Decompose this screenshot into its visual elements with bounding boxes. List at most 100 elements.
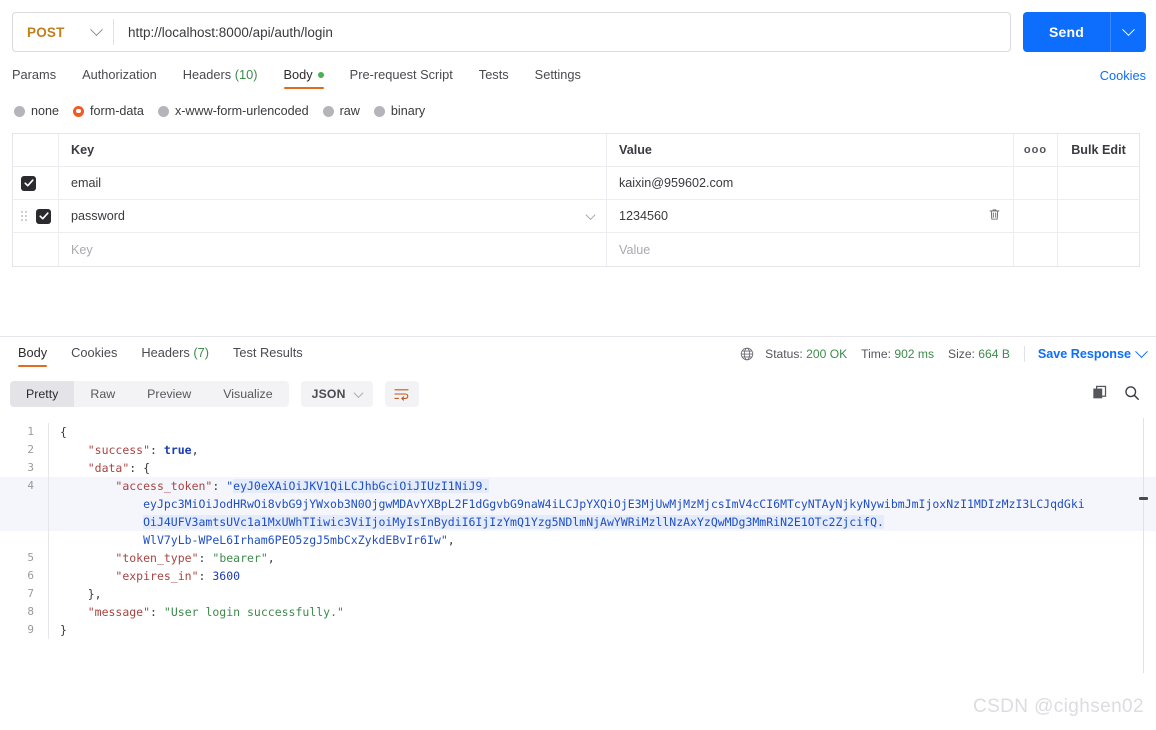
code-text: "token_type": "bearer", (115, 551, 275, 565)
tab-headers[interactable]: Headers (10) (183, 67, 258, 89)
tab-authorization[interactable]: Authorization (82, 67, 157, 89)
panel-divider[interactable] (0, 336, 1156, 337)
radio-raw[interactable]: raw (322, 104, 360, 118)
copy-icon[interactable] (1092, 385, 1108, 406)
wrap-lines-button[interactable] (384, 381, 419, 407)
radio-icon (157, 105, 169, 117)
tab-label: Body (18, 345, 48, 360)
format-tab-pretty[interactable]: Pretty (10, 381, 75, 407)
chevron-down-icon[interactable] (1135, 344, 1148, 358)
new-row-key-input[interactable]: Key (59, 233, 607, 266)
line-number: 5 (27, 551, 34, 564)
gutter (48, 567, 56, 585)
vertical-scrollbar-track[interactable] (1143, 418, 1144, 673)
radio-label: x-www-form-urlencoded (174, 104, 309, 118)
row-value-input[interactable]: kaixin@959602.com (607, 167, 1013, 199)
radio-label: none (31, 104, 60, 118)
radio-label: form-data (90, 104, 144, 118)
gutter (48, 477, 56, 495)
row-type-chevron-down-icon[interactable] (585, 209, 596, 220)
code-text: OiJ4UFV3amtsUVc1a1MxUWhTIiwic3ViIjoiMyIs… (56, 513, 1156, 531)
tab-label: Settings (534, 67, 581, 82)
save-response-button[interactable]: Save Response (1038, 347, 1131, 361)
response-tab-cookies[interactable]: Cookies (71, 345, 117, 367)
response-tab-headers[interactable]: Headers (7) (141, 345, 209, 367)
status-value: 200 OK (806, 347, 848, 361)
format-tab-raw[interactable]: Raw (74, 381, 131, 407)
header-cell-value: Value (607, 134, 1013, 166)
http-method-select[interactable]: POST (13, 13, 113, 51)
tab-label: Test Results (232, 345, 303, 360)
line-number: 7 (27, 587, 34, 600)
tab-pre-request-script[interactable]: Pre-request Script (350, 67, 453, 89)
gutter (48, 621, 56, 639)
radio-icon (14, 105, 25, 117)
row-value-input[interactable]: 1234560 (607, 200, 1013, 232)
format-tab-visualize[interactable]: Visualize (207, 381, 288, 407)
radio-icon (322, 105, 334, 117)
column-header-key: Key (71, 143, 95, 157)
gutter (48, 423, 56, 441)
search-icon[interactable] (1124, 385, 1140, 406)
tab-tests[interactable]: Tests (479, 67, 509, 89)
request-tabs: Params Authorization Headers (10) Body P… (12, 64, 1146, 92)
status-badge[interactable]: Status: 200 OK (765, 347, 847, 361)
drag-handle-icon[interactable] (21, 210, 28, 222)
size-badge[interactable]: Size: 664 B (948, 347, 1010, 361)
code-line: 3 "data": { (0, 459, 1156, 477)
url-input[interactable]: http://localhost:8000/api/auth/login (114, 25, 1010, 40)
code-text: { (60, 425, 67, 439)
code-line-wrapped: WlV7yLb-WPeL6Irham6PEO5zgJ5mbCxZykdEBvIr… (0, 531, 1156, 549)
url-bar: POST http://localhost:8000/api/auth/logi… (12, 12, 1146, 52)
tab-label: Pre-request Script (349, 67, 453, 82)
radio-binary[interactable]: binary (373, 104, 425, 118)
tab-params[interactable]: Params (12, 67, 56, 89)
format-tab-preview[interactable]: Preview (131, 381, 207, 407)
json-key: expires_in (122, 569, 192, 583)
vertical-scrollbar-thumb[interactable] (1139, 497, 1148, 500)
line-number: 9 (27, 623, 34, 636)
time-badge[interactable]: Time: 902 ms (861, 347, 934, 361)
row-key-input[interactable]: email (59, 167, 607, 199)
table-row: email kaixin@959602.com (13, 167, 1139, 200)
code-line-wrapped: eyJpc3MiOiJodHRwOi8vbG9jYWxob3N0OjgwMDAv… (0, 495, 1156, 513)
radio-x-www-form-urlencoded[interactable]: x-www-form-urlencoded (157, 104, 309, 118)
row-spacer (1013, 167, 1057, 199)
gutter (48, 549, 56, 567)
radio-none[interactable]: none (14, 104, 59, 118)
radio-form-data[interactable]: form-data (73, 104, 144, 118)
tab-settings[interactable]: Settings (535, 67, 581, 89)
delete-row-button[interactable] (988, 208, 1001, 224)
time-value: 902 ms (894, 347, 935, 361)
line-number-blank (0, 495, 48, 513)
new-row-key-placeholder: Key (71, 242, 93, 257)
send-options-button[interactable] (1110, 12, 1146, 52)
response-format-bar: Pretty Raw Preview Visualize JSON (10, 381, 419, 407)
new-row-value-input[interactable]: Value (607, 233, 1013, 266)
more-options-icon: ooo (1023, 144, 1048, 156)
line-number: 6 (27, 569, 34, 582)
tab-label: Headers (182, 67, 232, 82)
radio-icon (373, 105, 385, 117)
column-header-value: Value (619, 143, 652, 157)
table-options-button[interactable]: ooo (1013, 134, 1057, 166)
row-checkbox-checked[interactable] (36, 208, 52, 224)
tab-body[interactable]: Body (283, 67, 324, 89)
radio-icon-selected (73, 105, 85, 117)
bulk-edit-button[interactable]: Bulk Edit (1057, 134, 1139, 166)
language-select[interactable]: JSON (300, 381, 373, 407)
response-headers-count: (7) (193, 345, 209, 360)
response-body-viewer[interactable]: 1 { 2 "success": true, 3 "data": { 4 "ac… (0, 415, 1156, 730)
cookies-link[interactable]: Cookies (1100, 68, 1146, 83)
send-button[interactable]: Send (1022, 12, 1110, 52)
response-tab-body[interactable]: Body (18, 345, 48, 367)
access-token-part-4: WlV7yLb-WPeL6Irham6PEO5zgJ5mbCxZykdEBvIr… (143, 533, 441, 547)
tab-label: Headers (141, 345, 190, 360)
json-key: message (94, 605, 144, 619)
response-tab-test-results[interactable]: Test Results (233, 345, 303, 367)
row-checkbox-checked[interactable] (21, 175, 36, 191)
check-icon (23, 179, 34, 187)
row-grip-cell (13, 200, 59, 232)
time-label: Time: (861, 347, 891, 361)
row-key-input[interactable]: password (59, 200, 607, 232)
